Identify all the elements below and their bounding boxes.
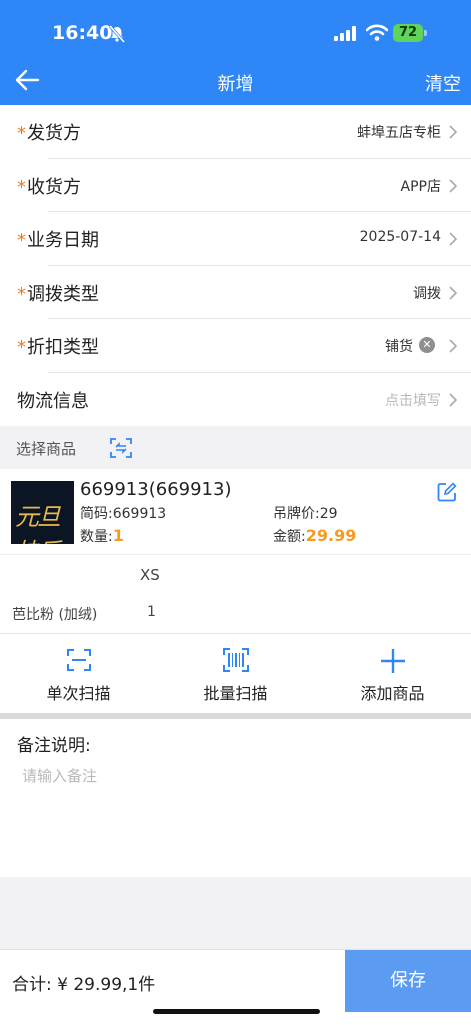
chevron-right-icon — [449, 339, 457, 353]
required-marker: * — [17, 176, 26, 198]
silent-bell-icon — [109, 25, 125, 43]
battery-tip — [424, 30, 427, 36]
action-bar: 单次扫描 批量扫描 添加商品 — [0, 633, 471, 713]
header: 16:40 72 新增 清空 — [0, 0, 471, 105]
save-button[interactable]: 保存 — [345, 950, 471, 1012]
transfer-type-value: 调拨 — [413, 285, 441, 302]
receiver-value: APP店 — [400, 178, 441, 195]
product-tag-price: 吊牌价:29 — [273, 506, 338, 522]
wifi-icon — [366, 24, 388, 41]
chevron-right-icon — [449, 285, 457, 300]
single-scan-button[interactable]: 单次扫描 — [0, 634, 157, 713]
add-product-button[interactable]: 添加商品 — [314, 634, 471, 713]
quantity-value: 1 — [112, 526, 124, 545]
chevron-right-icon — [449, 178, 457, 193]
required-marker: * — [17, 230, 26, 251]
signal-icon — [334, 26, 356, 41]
batch-scan-button[interactable]: 批量扫描 — [157, 634, 314, 713]
form-label: *折扣类型 — [17, 337, 99, 358]
scan-switch-icon[interactable] — [110, 437, 132, 459]
form-row-logistics[interactable]: 物流信息 点击填写 — [0, 373, 471, 427]
chevron-right-icon — [449, 232, 457, 246]
battery-level: 72 — [398, 25, 418, 40]
chevron-right-icon — [449, 392, 457, 407]
form-label: *调拨类型 — [17, 283, 99, 305]
color-quantity: 1 — [147, 604, 156, 620]
product-name: 669913(669913) — [80, 479, 232, 500]
batch-scan-label: 批量扫描 — [203, 684, 268, 703]
required-marker: * — [17, 337, 26, 358]
note-section: 备注说明: 请输入备注 — [0, 719, 471, 877]
chevron-right-icon — [449, 125, 457, 139]
single-scan-label: 单次扫描 — [46, 684, 111, 703]
page-title: 新增 — [217, 74, 254, 95]
form-label: *发货方 — [17, 123, 81, 144]
form-label: *业务日期 — [17, 230, 99, 251]
battery-icon: 72 — [393, 24, 423, 42]
size-header: XS — [140, 566, 160, 584]
select-goods-bar: 选择商品 — [0, 427, 471, 469]
form-label: 物流信息 — [17, 390, 89, 412]
amount-value: 29.99 — [305, 526, 357, 545]
status-time: 16:40 — [52, 22, 113, 44]
barcode-icon — [222, 648, 249, 672]
form-row-business-date[interactable]: *业务日期 2025-07-14 — [0, 212, 471, 266]
product-code: 简码:669913 — [80, 506, 167, 522]
edit-icon[interactable] — [437, 482, 457, 502]
select-goods-label: 选择商品 — [16, 440, 77, 458]
thumbnail-artwork: 元旦快乐 — [15, 503, 61, 544]
form-row-discount-type[interactable]: *折扣类型 铺货 ✕ — [0, 319, 471, 373]
clear-button[interactable]: 清空 — [425, 70, 461, 96]
form: *发货方 蚌埠五店专柜 *收货方 APP店 *业务日期 2025-07-14 *… — [0, 105, 471, 426]
color-label: 芭比粉 (加绒) — [12, 607, 98, 623]
product-thumbnail: 元旦快乐 — [11, 481, 74, 544]
note-input[interactable]: 请输入备注 — [22, 765, 97, 786]
plus-icon — [380, 649, 405, 673]
add-product-label: 添加商品 — [360, 684, 425, 703]
required-marker: * — [17, 283, 26, 305]
divider — [0, 554, 471, 555]
required-marker: * — [17, 123, 26, 144]
product-amount: 金额:29.99 — [273, 526, 357, 545]
single-scan-icon — [66, 649, 91, 671]
product-quantity: 数量:1 — [80, 526, 124, 545]
discount-type-value: 铺货 — [385, 339, 413, 355]
sender-value: 蚌埠五店专柜 — [357, 125, 441, 141]
note-title: 备注说明: — [17, 736, 91, 756]
form-label: *收货方 — [17, 176, 81, 198]
business-date-value: 2025-07-14 — [359, 229, 441, 245]
form-row-transfer-type[interactable]: *调拨类型 调拨 — [0, 266, 471, 319]
order-total: 合计: ¥ 29.99,1件 — [12, 975, 156, 995]
home-indicator[interactable] — [153, 1009, 320, 1014]
product-card: 元旦快乐 669913(669913) 简码:669913 吊牌价:29 数量:… — [0, 469, 471, 633]
logistics-value: 点击填写 — [385, 392, 441, 409]
form-row-receiver[interactable]: *收货方 APP店 — [0, 159, 471, 212]
form-row-sender[interactable]: *发货方 蚌埠五店专柜 — [0, 105, 471, 159]
clear-value-icon[interactable]: ✕ — [419, 337, 435, 353]
